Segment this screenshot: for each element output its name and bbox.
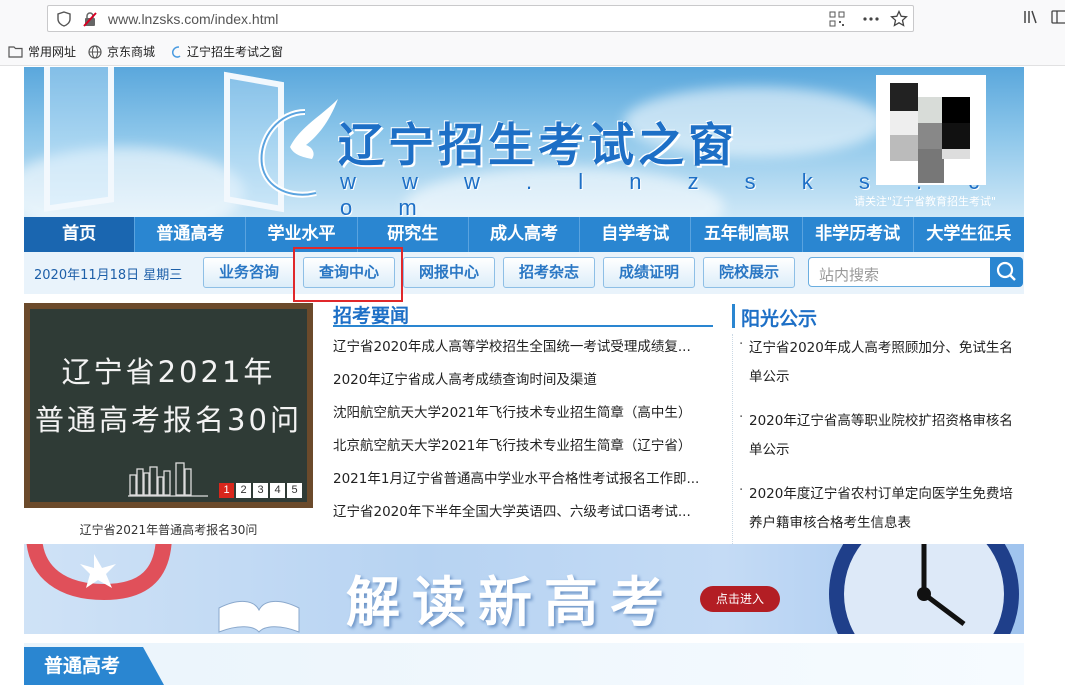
bookmark-star-icon[interactable] xyxy=(890,10,908,28)
bookmark-label: 京东商城 xyxy=(107,45,156,59)
news-item[interactable]: 北京航空航天大学2021年飞行技术专业招生简章（辽宁省） xyxy=(333,434,713,467)
main-nav: 首页 普通高考 学业水平 研究生 成人高考 自学考试 五年制高职 非学历考试 大… xyxy=(24,217,1024,252)
nav-item-non-degree[interactable]: 非学历考试 xyxy=(801,217,913,252)
slide-page-5[interactable]: 5 xyxy=(287,483,302,498)
news-item[interactable]: 辽宁省2020年下半年全国大学英语四、六级考试口语考试... xyxy=(333,500,713,533)
sunshine-item[interactable]: 2020年度辽宁省农村订单定向医学生免费培养户籍审核合格考生信息表 xyxy=(733,476,1024,538)
slide-caption[interactable]: 辽宁省2021年普通高考报名30问 xyxy=(24,521,313,538)
bookmark-lnzsks[interactable]: 辽宁招生考试之窗 xyxy=(170,43,283,60)
slide-pagination: 1 2 3 4 5 xyxy=(219,483,302,498)
sunshine-item[interactable]: 2020年辽宁省高等职业院校扩招资格审核名单公示 xyxy=(733,403,1024,465)
search-placeholder: 站内搜索 xyxy=(819,266,880,284)
section-title[interactable]: 普通高考 xyxy=(24,647,164,685)
sub-nav: 2020年11月18日 星期三 业务咨询 查询中心 网报中心 招考杂志 成绩证明… xyxy=(24,252,1024,294)
slideshow[interactable]: 辽宁省2021年 普通高考报名30问 1 2 3 4 5 xyxy=(24,303,313,508)
nav-item-five-year[interactable]: 五年制高职 xyxy=(690,217,801,252)
library-icon[interactable] xyxy=(1022,8,1040,26)
news-item[interactable]: 2021年1月辽宁省普通高中学业水平合格性考试报名工作即... xyxy=(333,467,713,500)
folder-icon xyxy=(8,46,23,58)
globe-icon xyxy=(88,44,102,59)
sunshine-list: 辽宁省2020年成人高考照顾加分、免试生名单公示 2020年辽宁省高等职业院校扩… xyxy=(732,330,1024,544)
nav-item-adult[interactable]: 成人高考 xyxy=(467,217,579,252)
book-icon xyxy=(218,601,300,633)
slide-page-1[interactable]: 1 xyxy=(219,483,234,498)
site-banner: 辽宁招生考试之窗 w w w . l n z s k s . c o m 请关注… xyxy=(24,67,1024,217)
nav-item-gaokao[interactable]: 普通高考 xyxy=(134,217,245,252)
current-date: 2020年11月18日 星期三 xyxy=(34,268,183,283)
bookmark-label: 常用网址 xyxy=(28,45,77,59)
slide-page-3[interactable]: 3 xyxy=(253,483,268,498)
magnet-icon xyxy=(26,544,172,601)
sunshine-title[interactable]: 阳光公示 xyxy=(732,304,817,330)
insecure-lock-icon[interactable] xyxy=(82,11,98,27)
browser-chrome: www.lnzsks.com/index.html 常用网址 京东商城 辽宁招生… xyxy=(0,0,1065,66)
search-icon xyxy=(996,261,1016,281)
qr-caption: 请关注"辽宁省教育招生考试" xyxy=(854,195,997,208)
clock-icon xyxy=(829,544,1019,634)
promo-banner[interactable]: 解读新高考 点击进入 xyxy=(24,544,1024,634)
site-icon xyxy=(172,45,181,58)
bookmark-common-sites[interactable]: 常用网址 xyxy=(8,43,76,60)
news-item[interactable]: 2020年辽宁省成人高考成绩查询时间及渠道 xyxy=(333,368,713,401)
sidebar-icon[interactable] xyxy=(1050,8,1065,26)
more-actions-icon[interactable] xyxy=(862,10,880,28)
nav-item-home[interactable]: 首页 xyxy=(24,217,135,252)
promo-text: 解读新高考 xyxy=(346,571,676,634)
bookmarks-bar: 常用网址 京东商城 辽宁招生考试之窗 xyxy=(0,40,1065,62)
qr-code-icon[interactable] xyxy=(828,10,846,28)
college-showcase-button[interactable]: 院校展示 xyxy=(703,257,795,288)
window-decoration xyxy=(44,67,114,212)
news-item[interactable]: 沈阳航空航天大学2021年飞行技术专业招生简章（高中生） xyxy=(333,401,713,434)
query-center-highlight xyxy=(293,247,403,302)
bookmark-jd[interactable]: 京东商城 xyxy=(88,43,155,60)
slide-line-2: 普通高考报名30问 xyxy=(35,403,302,437)
url-text[interactable]: www.lnzsks.com/index.html xyxy=(108,11,278,27)
bookmark-label: 辽宁招生考试之窗 xyxy=(187,45,284,59)
news-title[interactable]: 招考要闻 xyxy=(333,305,409,327)
search-button[interactable] xyxy=(990,257,1023,287)
shield-icon[interactable] xyxy=(56,11,72,27)
sunshine-item[interactable]: 辽宁省2020年成人高考照顾加分、免试生名单公示 xyxy=(733,330,1024,392)
nav-item-enlistment[interactable]: 大学生征兵 xyxy=(912,217,1024,252)
slide-line-1: 辽宁省2021年 xyxy=(61,355,276,389)
score-certificate-button[interactable]: 成绩证明 xyxy=(603,257,695,288)
qr-code-icon xyxy=(890,83,970,183)
gaokao-section: 普通高考 xyxy=(24,643,1024,685)
qr-code xyxy=(876,75,986,185)
chalkboard: 辽宁省2021年 普通高考报名30问 1 2 3 4 5 xyxy=(30,309,307,502)
online-registration-button[interactable]: 网报中心 xyxy=(403,257,495,288)
nav-item-self-study[interactable]: 自学考试 xyxy=(579,217,690,252)
slide-page-4[interactable]: 4 xyxy=(270,483,285,498)
news-item[interactable]: 辽宁省2020年成人高等学校招生全国统一考试受理成绩复... xyxy=(333,335,713,368)
slide-page-2[interactable]: 2 xyxy=(236,483,251,498)
dove-logo-icon[interactable] xyxy=(250,97,340,202)
business-consult-button[interactable]: 业务咨询 xyxy=(203,257,295,288)
books-icon xyxy=(128,462,208,497)
magazine-button[interactable]: 招考杂志 xyxy=(503,257,595,288)
news-list: 辽宁省2020年成人高等学校招生全国统一考试受理成绩复... 2020年辽宁省成… xyxy=(333,335,713,533)
news-header: 招考要闻 xyxy=(333,301,713,327)
enter-button[interactable]: 点击进入 xyxy=(700,586,780,612)
site-title[interactable]: 辽宁招生考试之窗 xyxy=(338,109,738,175)
site-search-input[interactable]: 站内搜索 xyxy=(808,257,991,287)
address-bar[interactable]: www.lnzsks.com/index.html xyxy=(47,5,914,32)
